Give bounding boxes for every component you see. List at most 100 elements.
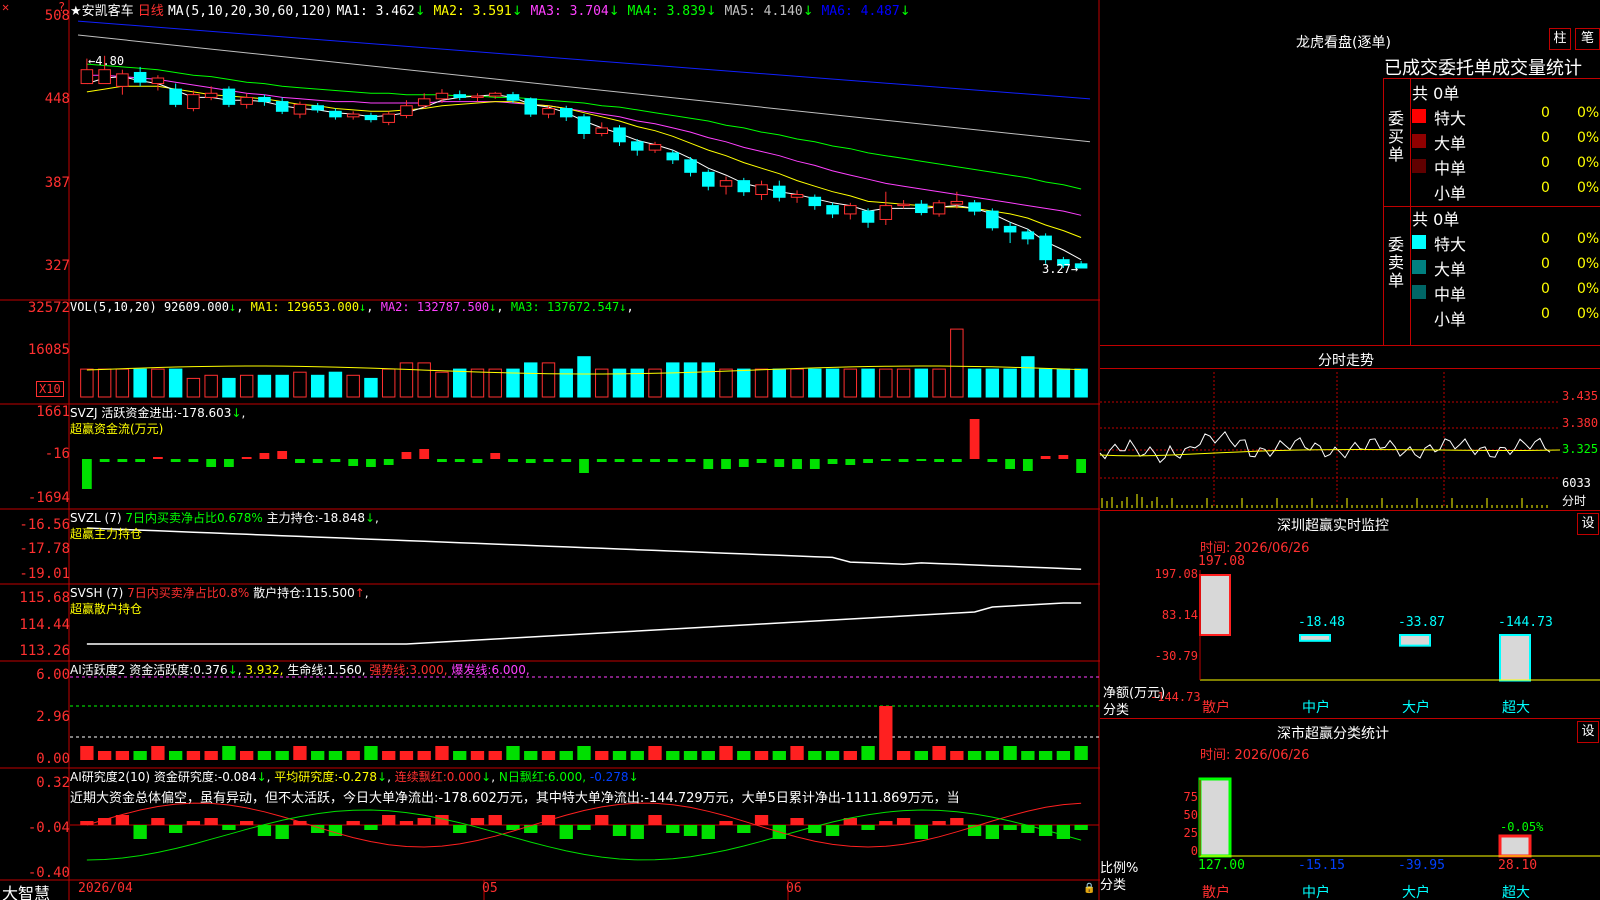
dzh-terminal: ✕ ? ★安凯客车 日线 MA(5,10,20,30,60,120) MA1: … xyxy=(0,0,1600,900)
ai2-axis-bot: -0.40 xyxy=(27,865,70,881)
buy-swatch-0 xyxy=(1412,109,1426,123)
sell-row-label-2: 中单 xyxy=(1434,285,1467,304)
sell-swatch-1 xyxy=(1412,260,1426,274)
sell-row-label-0: 特大 xyxy=(1434,235,1467,254)
fs-axis-unit: 分时 xyxy=(1562,494,1587,508)
chart-area[interactable] xyxy=(0,0,1100,900)
stats-value-1: -15.15 xyxy=(1298,858,1345,873)
stats-axis-1: 50 xyxy=(1183,808,1198,822)
monitor-axis-1: 83.14 xyxy=(1161,608,1198,622)
monitor-xlabel: 分类 xyxy=(1103,703,1130,718)
svzl-axis-mid: -17.78 xyxy=(19,541,70,557)
fs-price-line xyxy=(1099,430,1551,464)
monitor-value-3: -144.73 xyxy=(1498,615,1553,630)
high-price-label: ←4.80 xyxy=(88,54,125,68)
sell-swatch-0 xyxy=(1412,235,1426,249)
sell-row-value-3: 0 xyxy=(1541,306,1550,322)
sell-count: 共 0单 xyxy=(1412,210,1460,229)
price-title: ★安凯客车 日线 MA(5,10,20,30,60,120) MA1: 3.46… xyxy=(70,0,911,19)
lhkp-left-border xyxy=(1383,78,1384,345)
vol-axis-mid: 16085 xyxy=(27,342,70,358)
fs-title: 分时走势 xyxy=(1318,353,1374,369)
sell-row-value-1: 0 xyxy=(1541,256,1550,272)
sell-row-pct-1: 0% xyxy=(1577,256,1600,272)
buy-swatch-3 xyxy=(1412,184,1426,198)
svzl-subtitle: 超赢主力持仓 xyxy=(70,527,143,541)
ai2-axis-top: 0.32 xyxy=(36,775,70,791)
stats-cat-2: 大户 xyxy=(1402,885,1430,900)
ma-values: MA1: 3.462↓ MA2: 3.591↓ MA3: 3.704↓ MA4:… xyxy=(336,4,910,19)
ma-arrow-3: ↓ xyxy=(608,4,620,19)
sell-row-pct-0: 0% xyxy=(1577,231,1600,247)
right-divider-2 xyxy=(1100,368,1600,369)
fs-axis-1: 3.435 xyxy=(1562,389,1599,403)
ma-arrow-2: ↓ xyxy=(511,4,523,19)
monitor-value-1: -18.48 xyxy=(1298,615,1345,630)
svzl-axis-bot: -19.01 xyxy=(19,566,70,582)
monitor-bar-0 xyxy=(1199,574,1231,636)
low-price-label: 3.27→ xyxy=(1042,262,1079,276)
vol-unit-badge: X10 xyxy=(36,381,64,397)
stats-axis-0: 75 xyxy=(1183,790,1198,804)
buy-row-pct-0: 0% xyxy=(1577,105,1600,121)
ma-arrow-6: ↓ xyxy=(899,4,911,19)
lhkp-mid-line xyxy=(1383,206,1600,207)
sell-row-label-3: 小单 xyxy=(1434,310,1467,329)
monitor-cat-1: 中户 xyxy=(1302,700,1330,716)
stats-cat-0: 散户 xyxy=(1202,885,1230,900)
fs-axis-2: 3.380 xyxy=(1562,416,1599,430)
buy-swatch-1 xyxy=(1412,134,1426,148)
stats-bar-0 xyxy=(1198,777,1232,858)
close-icon[interactable]: ✕ xyxy=(2,0,9,14)
sell-row-value-2: 0 xyxy=(1541,281,1550,297)
stats-time: 时间: 2026/06/26 xyxy=(1200,748,1310,763)
fs-axis-3: 3.325 xyxy=(1562,442,1599,456)
ai1-axis-mid: 2.96 xyxy=(36,709,70,725)
stats-cat-1: 中户 xyxy=(1302,885,1330,900)
fs-axis-vol: 6033 xyxy=(1562,476,1591,490)
sell-row-pct-2: 0% xyxy=(1577,281,1600,297)
stats-value-2: -39.95 xyxy=(1398,858,1445,873)
svsh-axis-mid: 114.44 xyxy=(19,617,70,633)
buy-row-value-2: 0 xyxy=(1541,155,1550,171)
svsh-subtitle: 超赢散户持仓 xyxy=(70,602,143,616)
buy-count: 共 0单 xyxy=(1412,84,1460,103)
brand-label: 大智慧 xyxy=(2,884,51,900)
ma-arrow-1: ↓ xyxy=(414,4,426,19)
stats-axis-3: 0 xyxy=(1190,844,1198,858)
buy-row-pct-1: 0% xyxy=(1577,130,1600,146)
monitor-bar-1 xyxy=(1299,634,1331,642)
stock-name[interactable]: ★安凯客车 xyxy=(70,4,134,19)
price-axis-448: 448 xyxy=(44,91,70,107)
monitor-title: 深圳超赢实时监控 xyxy=(1277,518,1389,534)
sell-row-label-1: 大单 xyxy=(1434,260,1467,279)
monitor-settings-button[interactable]: 设 xyxy=(1577,513,1599,535)
monitor-cat-0: 散户 xyxy=(1202,700,1230,716)
monitor-bar-2 xyxy=(1399,634,1431,647)
date-axis-start: 2026/04 xyxy=(78,881,133,896)
ma-value-1: MA1: 3.462 xyxy=(336,4,415,19)
lock-icon[interactable]: 🔒 xyxy=(1083,883,1095,894)
right-divider-3 xyxy=(1100,510,1600,511)
ai2-commentary: 近期大资金总体偏空，虽有异动，但不太活跃，今日大单净流出:-178.602万元，… xyxy=(70,791,960,806)
sell-side-label: 委卖单 xyxy=(1387,235,1404,290)
sell-row-value-0: 0 xyxy=(1541,231,1550,247)
stats-axis-2: 25 xyxy=(1183,826,1198,840)
bar-view-button[interactable]: 柱 xyxy=(1549,28,1571,50)
date-axis-jun: 06 xyxy=(786,881,802,896)
buy-swatch-2 xyxy=(1412,159,1426,173)
ai1-axis-top: 6.00 xyxy=(36,667,70,683)
period-label[interactable]: 日线 xyxy=(138,4,164,19)
svzj-subtitle: 超赢资金流(万元) xyxy=(70,422,164,436)
tick-view-button[interactable]: 笔 xyxy=(1575,28,1600,50)
buy-row-value-1: 0 xyxy=(1541,130,1550,146)
stats-title: 深市超赢分类统计 xyxy=(1277,726,1389,742)
stats-cat-3: 超大 xyxy=(1502,885,1530,900)
svsh-axis-bot: 113.26 xyxy=(19,643,70,659)
right-divider-1 xyxy=(1100,345,1600,346)
ai1-title: AI活跃度2 资金活跃度:0.376↓, 3.932, 生命线:1.560, 强… xyxy=(70,663,530,677)
stats-settings-button[interactable]: 设 xyxy=(1577,721,1599,743)
price-axis-387: 387 xyxy=(44,175,70,191)
buy-row-pct-3: 0% xyxy=(1577,180,1600,196)
svsh-title: SVSH (7) 7日内买卖净占比0.8% 散户持仓:115.500↑, xyxy=(70,586,369,600)
